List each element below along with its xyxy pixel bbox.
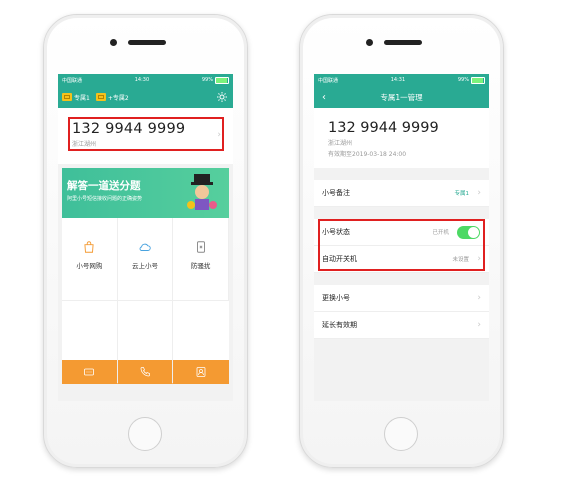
chevron-right-icon: › [477,254,481,264]
cloud-icon [139,243,151,251]
right-screen: 中国联通 14:31 99% ‹ 专属1一管理 132 9944 9999 浙江… [314,74,489,401]
status-group: 小号状态 已开机 自动开关机 未设置 › [314,219,489,273]
number-info-card: 132 9944 9999 浙江湖州 有效期至2019-03-18 24:00 [314,108,489,168]
gear-icon[interactable] [216,91,228,103]
tab-label: 专属1 [74,94,90,102]
sim-card-icon [62,93,72,101]
chevron-right-icon: › [477,188,481,198]
time-label: 14:30 [134,77,150,83]
battery-icon [471,76,485,84]
number-location: 浙江湖州 [72,141,97,148]
nav-bar: ‹ 专属1一管理 [314,86,489,108]
right-phone-frame: 中国联通 14:31 99% ‹ 专属1一管理 132 9944 9999 浙江… [299,14,504,468]
home-button[interactable] [128,417,162,451]
row-value: 专属1 [454,191,470,197]
row-label: 小号备注 [322,189,350,197]
camera [366,39,373,46]
back-icon[interactable]: ‹ [322,92,326,103]
remark-group: 小号备注 专属1 › [314,180,489,207]
list-item-status: 小号状态 已开机 [314,219,489,246]
camera [110,39,117,46]
list-item-remark[interactable]: 小号备注 专属1 › [314,180,489,207]
time-label: 14:31 [390,77,406,83]
promo-banner[interactable]: 解答一道送分题 阿里小号短信接收问题的正确姿势 [62,168,229,218]
row-label: 延长有效期 [322,321,357,329]
list-item-extend-validity[interactable]: 延长有效期 › [314,312,489,339]
number-location: 浙江湖州 [328,140,353,147]
sim-card-icon [95,93,106,101]
row-value: 未设置 [452,257,469,263]
manage-group: 更换小号 › 延长有效期 › [314,285,489,339]
speaker [384,40,422,45]
row-value: 已开机 [432,230,449,236]
tab-sim-2[interactable]: +专属2 [95,93,129,102]
status-bar: 中国联通 14:31 99% [314,74,489,86]
grid-item-shopping[interactable]: 小号网购 [62,218,118,301]
bag-icon [84,241,94,253]
shield-phone-icon [196,241,205,253]
battery-percent: 99% [201,77,213,83]
list-item-change-number[interactable]: 更换小号 › [314,285,489,312]
row-label: 自动开关机 [322,255,357,263]
banner-subtitle: 阿里小号短信接收问题的正确姿势 [67,196,143,202]
feature-grid: 小号网购 云上小号 防骚扰 [62,218,229,383]
carrier-label: 中国联通 [62,77,83,84]
battery-icon [215,76,229,84]
number-card[interactable]: 132 9944 9999 浙江湖州 › [58,108,233,164]
tab-sim-1[interactable]: 专属1 [62,93,90,102]
grid-item-cloud[interactable]: 云上小号 [117,218,174,301]
carrier-label: 中国联通 [318,77,339,84]
chevron-right-icon: › [217,130,221,140]
power-toggle[interactable] [457,225,480,239]
status-bar: 中国联通 14:30 99% [58,74,233,86]
phone-number: 132 9944 9999 [72,121,186,137]
list-item-auto-power[interactable]: 自动开关机 未设置 › [314,246,489,273]
battery-percent: 99% [457,77,469,83]
grid-item-label: 防骚扰 [190,262,211,270]
sim-tabs: 专属1 +专属2 [58,86,233,108]
row-label: 更换小号 [322,294,350,302]
mascot-illustration-icon [187,174,217,210]
grid-item-label: 小号网购 [76,262,103,270]
row-label: 小号状态 [322,228,350,236]
speaker [128,40,166,45]
chevron-right-icon: › [477,320,481,330]
chevron-right-icon: › [477,293,481,303]
grid-item-antispam[interactable]: 防骚扰 [173,218,229,301]
banner-title: 解答一道送分题 [67,180,141,192]
tab-label: +专属2 [107,94,129,102]
phone-number: 132 9944 9999 [328,120,439,136]
left-phone-frame: 中国联通 14:30 99% 专属1 +专属2 132 9944 9999 浙江… [43,14,248,468]
page-title: 专属1一管理 [380,92,423,102]
validity-date: 有效期至2019-03-18 24:00 [328,151,407,158]
left-screen: 中国联通 14:30 99% 专属1 +专属2 132 9944 9999 浙江… [58,74,233,401]
home-button[interactable] [384,417,418,451]
grid-item-label: 云上小号 [131,262,158,270]
